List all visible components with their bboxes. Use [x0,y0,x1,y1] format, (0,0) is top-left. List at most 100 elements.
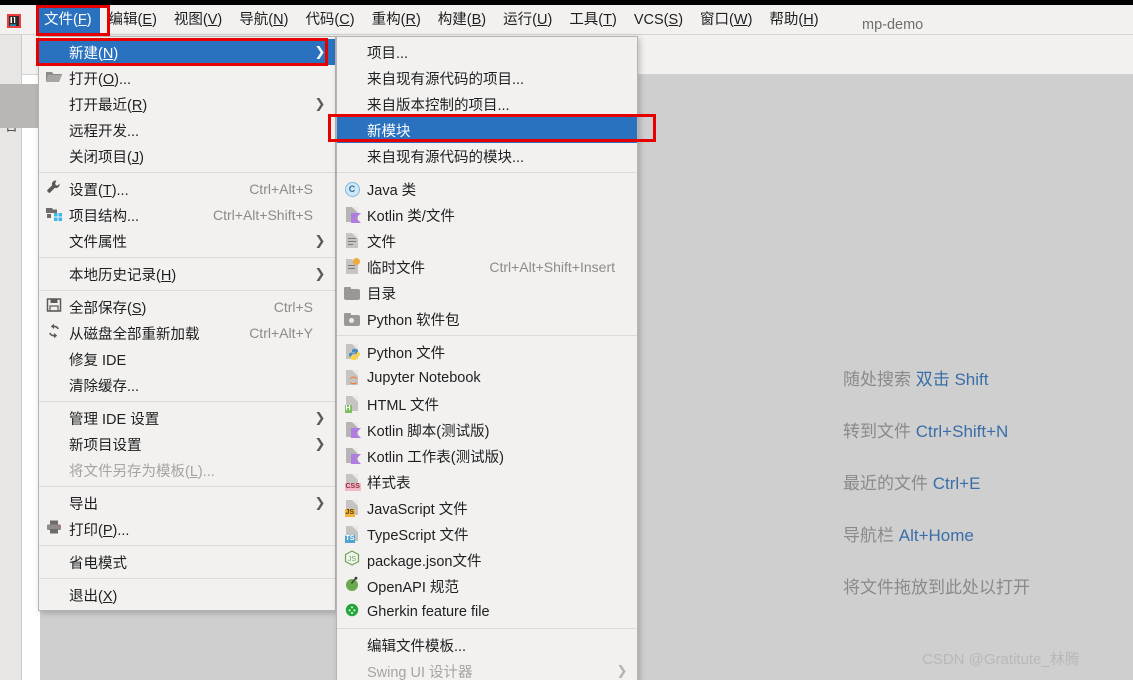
file-menu-item-6[interactable]: 设置(T)... Ctrl+Alt+S [39,176,335,202]
folder-open-icon [39,68,69,88]
new-submenu-item-1[interactable]: 来自现有源代码的项目... [337,65,637,91]
file-menu-item-2[interactable]: 打开最近(R) ❯ [39,91,335,117]
new-submenu-item-7[interactable]: Kotlin 类/文件 [337,202,637,228]
new-submenu-item-6[interactable]: C Java 类 [337,176,637,202]
new-submenu-item-9[interactable]: 临时文件 Ctrl+Alt+Shift+Insert [337,254,637,280]
menubar-item-4[interactable]: 代码(C) [297,7,362,34]
new-submenu-item-10[interactable]: 目录 [337,280,637,306]
new-submenu-item-3[interactable]: 新模块 [337,117,637,143]
file-menu-item-19: 将文件另存为模板(L)... [39,457,335,483]
file-menu-item-label: 新建(N) [69,45,119,62]
file-menu-item-label: 全部保存(S) [69,300,147,317]
file-menu-item-label: 本地历史记录(H) [69,267,177,284]
file-menu-item-18[interactable]: 新项目设置 ❯ [39,431,335,457]
file-menu-item-shortcut: Ctrl+S [273,299,313,315]
new-submenu-item-23[interactable]: Gherkin feature file [337,599,637,625]
file-menu-item-17[interactable]: 管理 IDE 设置 ❯ [39,405,335,431]
file-menu-item-8[interactable]: 文件属性 ❯ [39,228,335,254]
left-tool-window-strip[interactable]: 项目 [0,35,22,680]
new-submenu-item-label: Java 类 [367,182,417,199]
file-menu-item-24[interactable]: 省电模式 [39,549,335,575]
file-menu-item-22[interactable]: 打印(P)... [39,516,335,542]
new-submenu-item-label: HTML 文件 [367,397,439,414]
no-icon-spacer [39,408,69,428]
jupyter-icon [337,368,367,388]
editor-hint-4: 将文件拖放到此处以打开 [843,573,1133,598]
new-submenu-item-16[interactable]: Kotlin 脚本(测试版) [337,417,637,443]
new-submenu-dropdown[interactable]: 项目... 来自现有源代码的项目... 来自版本控制的项目... 新模块 来自现有源代码… [336,36,638,680]
file-menu-item-4[interactable]: 关闭项目(J) [39,143,335,169]
new-submenu-item-13[interactable]: Python 文件 [337,339,637,365]
file-menu-item-21[interactable]: 导出 ❯ [39,490,335,516]
file-menu-item-3[interactable]: 远程开发... [39,117,335,143]
new-submenu-item-25[interactable]: 编辑文件模板... [337,632,637,658]
file-menu-item-1[interactable]: 打开(O)... [39,65,335,91]
file-menu-item-label: 文件属性 [69,234,127,251]
no-icon-spacer [39,42,69,62]
new-submenu-item-20[interactable]: TS TypeScript 文件 [337,521,637,547]
plain-file-icon [337,231,367,251]
new-submenu-item-8[interactable]: 文件 [337,228,637,254]
project-tool-window-button[interactable] [0,84,40,128]
new-submenu-item-label: Jupyter Notebook [367,370,481,386]
new-submenu-item-label: JavaScript 文件 [367,501,468,518]
menubar-item-0[interactable]: 文件(F) [36,6,100,34]
kotlin-worksheet-icon [337,446,367,466]
new-submenu-item-21[interactable]: JS package.json文件 [337,547,637,573]
new-submenu-item-0[interactable]: 项目... [337,39,637,65]
menubar-item-9[interactable]: VCS(S) [626,7,691,34]
new-submenu-item-label: Kotlin 类/文件 [367,208,455,225]
scratch-file-icon [337,257,367,277]
directory-icon [337,283,367,303]
no-icon-spacer [337,146,367,166]
new-submenu-item-label: Gherkin feature file [367,604,490,620]
file-menu-dropdown[interactable]: 新建(N) ❯ 打开(O)... 打开最近(R) ❯ 远程开发... 关闭项目(J) 设置(T… [38,36,336,611]
openapi-icon [337,576,367,596]
file-menu-item-15[interactable]: 清除缓存... [39,372,335,398]
file-menu-item-label: 设置(T)... [69,182,129,199]
file-menu-item-26[interactable]: 退出(X) [39,582,335,608]
file-menu-item-10[interactable]: 本地历史记录(H) ❯ [39,261,335,287]
new-submenu-item-11[interactable]: Python 软件包 [337,306,637,332]
file-menu-item-0[interactable]: 新建(N) ❯ [39,39,335,65]
new-submenu-item-label: 样式表 [367,475,411,492]
new-submenu-item-label: package.json文件 [367,553,482,570]
file-menu-item-label: 新项目设置 [69,437,142,454]
no-icon-spacer [39,552,69,572]
new-submenu-item-17[interactable]: Kotlin 工作表(测试版) [337,443,637,469]
new-submenu-item-22[interactable]: OpenAPI 规范 [337,573,637,599]
menubar-item-6[interactable]: 构建(B) [430,7,494,34]
nodejs-icon: JS [337,550,367,570]
new-submenu-item-label: TypeScript 文件 [367,527,469,544]
file-menu-item-14[interactable]: 修复 IDE [39,346,335,372]
new-submenu-item-26: Swing UI 设计器 ❯ [337,658,637,680]
editor-hint-shortcut: Alt+Home [898,526,974,545]
no-icon-spacer [39,434,69,454]
menubar-item-11[interactable]: 帮助(H) [761,7,826,34]
menubar-item-2[interactable]: 视图(V) [166,7,230,34]
menubar-item-10[interactable]: 窗口(W) [692,7,760,34]
menubar-item-1[interactable]: 编辑(E) [101,7,165,34]
file-menu-item-12[interactable]: 全部保存(S) Ctrl+S [39,294,335,320]
new-submenu-item-4[interactable]: 来自现有源代码的模块... [337,143,637,169]
file-menu-item-13[interactable]: 从磁盘全部重新加载 Ctrl+Alt+Y [39,320,335,346]
file-menu-separator [39,257,335,258]
new-submenu-item-19[interactable]: JS JavaScript 文件 [337,495,637,521]
new-submenu-item-14[interactable]: Jupyter Notebook [337,365,637,391]
no-icon-spacer [39,460,69,480]
new-submenu-item-15[interactable]: H HTML 文件 [337,391,637,417]
menubar-item-5[interactable]: 重构(R) [364,7,429,34]
file-menu-item-label: 打开(O)... [69,71,132,88]
new-submenu-item-18[interactable]: CSS 样式表 [337,469,637,495]
new-submenu-item-label: 项目... [367,45,409,62]
new-submenu-item-label: Python 文件 [367,345,446,362]
menubar-item-7[interactable]: 运行(U) [495,7,560,34]
menubar-item-8[interactable]: 工具(T) [561,7,625,34]
new-submenu-item-label: Kotlin 脚本(测试版) [367,423,490,440]
no-icon-spacer [39,349,69,369]
js-file-icon: JS [337,498,367,518]
menubar-item-3[interactable]: 导航(N) [231,7,296,34]
file-menu-item-7[interactable]: 项目结构... Ctrl+Alt+Shift+S [39,202,335,228]
editor-hint-list: 随处搜索 双击 Shift 转到文件 Ctrl+Shift+N 最近的文件 Ctrl… [843,365,1133,625]
new-submenu-item-2[interactable]: 来自版本控制的项目... [337,91,637,117]
